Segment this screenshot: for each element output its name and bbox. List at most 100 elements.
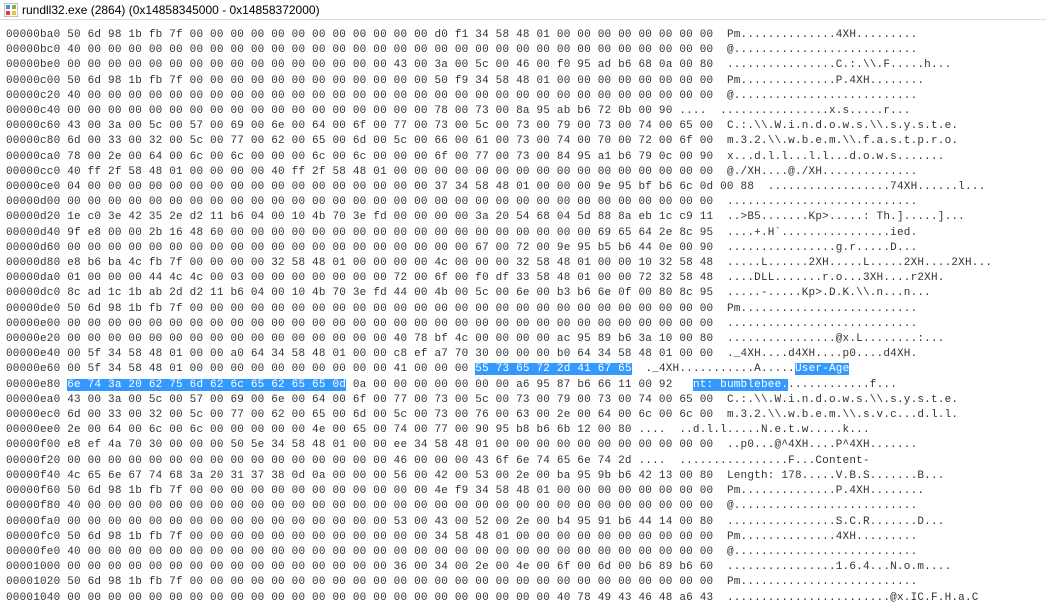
- hex-bytes: 40 00 00 00 00 00 00 00 00 00 00 00 00 0…: [67, 500, 713, 512]
- hex-bytes: 50 6d 98 1b fb 7f 00 00 00 00 00 00 00 0…: [67, 75, 713, 87]
- hex-row[interactable]: 00000ee0 2e 00 64 00 6c 00 6c 00 00 00 0…: [6, 423, 1040, 438]
- hex-dump-view[interactable]: 00000ba0 50 6d 98 1b fb 7f 00 00 00 00 0…: [0, 20, 1046, 610]
- ascii: Pm..............4XH.........: [727, 29, 917, 41]
- ascii: @...........................: [727, 90, 917, 102]
- hex-bytes: 43 00 3a 00 5c 00 57 00 69 00 6e 00 64 0…: [67, 394, 713, 406]
- hex-bytes: 40 ff 2f 58 48 01 00 00 00 00 40 ff 2f 5…: [67, 166, 713, 178]
- ascii: .....L......2XH.....L.....2XH....2XH...: [727, 257, 992, 269]
- hex-bytes: 50 6d 98 1b fb 7f 00 00 00 00 00 00 00 0…: [67, 29, 713, 41]
- hex-bytes: 50 6d 98 1b fb 7f 00 00 00 00 00 00 00 0…: [67, 576, 713, 588]
- hex-bytes: 2e 00 64 00 6c 00 6c 00 00 00 00 00 4e 0…: [67, 424, 666, 436]
- hex-row[interactable]: 00000fc0 50 6d 98 1b fb 7f 00 00 00 00 0…: [6, 530, 1040, 545]
- hex-bytes: 9f e8 00 00 2b 16 48 60 00 00 00 00 00 0…: [67, 227, 713, 239]
- ascii: .....-.....Kp>.D.K.\\.n...n...: [727, 287, 931, 299]
- hex-row[interactable]: 00000d00 00 00 00 00 00 00 00 00 00 00 0…: [6, 195, 1040, 210]
- hex-row[interactable]: 00000fe0 40 00 00 00 00 00 00 00 00 00 0…: [6, 545, 1040, 560]
- ascii-highlight: nt: bumblebee.: [693, 379, 788, 391]
- ascii: ............f...: [788, 379, 897, 391]
- hex-row[interactable]: 00000be0 00 00 00 00 00 00 00 00 00 00 0…: [6, 58, 1040, 73]
- hex-bytes: 00 00 00 00 00 00 00 00 00 00 00 00 00 0…: [67, 455, 666, 467]
- title-bar: rundll32.exe (2864) (0x14858345000 - 0x1…: [0, 0, 1046, 20]
- ascii: ............................: [727, 318, 917, 330]
- hex-bytes: 00 00 00 00 00 00 00 00 00 00 00 00 00 0…: [67, 333, 713, 345]
- hex-row[interactable]: 00000bc0 40 00 00 00 00 00 00 00 00 00 0…: [6, 43, 1040, 58]
- ascii: ................@x.L........:...: [727, 333, 945, 345]
- hex-row[interactable]: 00000ba0 50 6d 98 1b fb 7f 00 00 00 00 0…: [6, 28, 1040, 43]
- hex-row[interactable]: 00001000 00 00 00 00 00 00 00 00 00 00 0…: [6, 560, 1040, 575]
- hex-row[interactable]: 00000c00 50 6d 98 1b fb 7f 00 00 00 00 0…: [6, 74, 1040, 89]
- hex-bytes-highlight: 55 73 65 72 2d 41 67 65: [475, 363, 631, 375]
- hex-row[interactable]: 00000e20 00 00 00 00 00 00 00 00 00 00 0…: [6, 332, 1040, 347]
- offset: 00000ea0: [6, 394, 67, 406]
- hex-bytes: 00 5f 34 58 48 01 00 00 00 00 00 00 00 0…: [67, 363, 475, 375]
- offset: 00000da0: [6, 272, 67, 284]
- hex-row[interactable]: 00000ea0 43 00 3a 00 5c 00 57 00 69 00 6…: [6, 393, 1040, 408]
- hex-row[interactable]: 00000c40 00 00 00 00 00 00 00 00 00 00 0…: [6, 104, 1040, 119]
- hex-row[interactable]: 00000d20 1e c0 3e 42 35 2e d2 11 b6 04 0…: [6, 210, 1040, 225]
- hex-row[interactable]: 00000de0 50 6d 98 1b fb 7f 00 00 00 00 0…: [6, 302, 1040, 317]
- offset: 00000c80: [6, 135, 67, 147]
- ascii: Length: 178.....V.B.S.......B...: [727, 470, 945, 482]
- offset: 00000cc0: [6, 166, 67, 178]
- hex-row[interactable]: 00000f20 00 00 00 00 00 00 00 00 00 00 0…: [6, 454, 1040, 469]
- hex-row[interactable]: 00000da0 01 00 00 00 44 4c 4c 00 03 00 0…: [6, 271, 1040, 286]
- offset: 00000fe0: [6, 546, 67, 558]
- hex-bytes: 00 00 00 00 00 00 00 00 00 00 00 00 00 0…: [67, 516, 713, 528]
- offset: 00000c00: [6, 75, 67, 87]
- hex-bytes: 4c 65 6e 67 74 68 3a 20 31 37 38 0d 0a 0…: [67, 470, 713, 482]
- ascii: Pm..........................: [727, 576, 917, 588]
- offset: 00000f40: [6, 470, 67, 482]
- hex-row[interactable]: 00000e80 6e 74 3a 20 62 75 6d 62 6c 65 6…: [6, 378, 1040, 393]
- hex-bytes: 50 6d 98 1b fb 7f 00 00 00 00 00 00 00 0…: [67, 531, 713, 543]
- hex-row[interactable]: 00001040 00 00 00 00 00 00 00 00 00 00 0…: [6, 591, 1040, 606]
- hex-bytes: 8c ad 1c 1b ab 2d d2 11 b6 04 00 10 4b 7…: [67, 287, 713, 299]
- hex-bytes: 00 5f 34 58 48 01 00 00 a0 64 34 58 48 0…: [67, 348, 713, 360]
- ascii: @./XH....@./XH..............: [727, 166, 917, 178]
- hex-bytes: 00 00 00 00 00 00 00 00 00 00 00 00 00 0…: [67, 318, 713, 330]
- ascii: ................F...Content-: [679, 455, 869, 467]
- hex-row[interactable]: 00000e40 00 5f 34 58 48 01 00 00 a0 64 3…: [6, 347, 1040, 362]
- offset: 00000e40: [6, 348, 67, 360]
- offset: 00000e80: [6, 379, 67, 391]
- ascii: @...........................: [727, 44, 917, 56]
- offset: 00000c40: [6, 105, 67, 117]
- ascii: ................x.s.....r...: [720, 105, 910, 117]
- ascii: m.3.2.\\.w.b.e.m.\\.f.a.s.t.p.r.o.: [727, 135, 958, 147]
- hex-row[interactable]: 00000c80 6d 00 33 00 32 00 5c 00 77 00 6…: [6, 134, 1040, 149]
- offset: 00000e20: [6, 333, 67, 345]
- hex-row[interactable]: 00000f80 40 00 00 00 00 00 00 00 00 00 0…: [6, 499, 1040, 514]
- hex-row[interactable]: 00000d60 00 00 00 00 00 00 00 00 00 00 0…: [6, 241, 1040, 256]
- hex-row[interactable]: 00000ec0 6d 00 33 00 32 00 5c 00 77 00 6…: [6, 408, 1040, 423]
- offset: 00000f80: [6, 500, 67, 512]
- hex-bytes: 01 00 00 00 44 4c 4c 00 03 00 00 00 00 0…: [67, 272, 713, 284]
- ascii: @...........................: [727, 500, 917, 512]
- hex-row[interactable]: 00000e60 00 5f 34 58 48 01 00 00 00 00 0…: [6, 362, 1040, 377]
- hex-row[interactable]: 00000d40 9f e8 00 00 2b 16 48 60 00 00 0…: [6, 226, 1040, 241]
- hex-row[interactable]: 00000fa0 00 00 00 00 00 00 00 00 00 00 0…: [6, 515, 1040, 530]
- hex-bytes: 40 00 00 00 00 00 00 00 00 00 00 00 00 0…: [67, 44, 713, 56]
- hex-row[interactable]: 00000e00 00 00 00 00 00 00 00 00 00 00 0…: [6, 317, 1040, 332]
- hex-row[interactable]: 00000ca0 78 00 2e 00 64 00 6c 00 6c 00 0…: [6, 150, 1040, 165]
- hex-row[interactable]: 00000ce0 04 00 00 00 00 00 00 00 00 00 0…: [6, 180, 1040, 195]
- offset: 00000fc0: [6, 531, 67, 543]
- hex-bytes: 43 00 3a 00 5c 00 57 00 69 00 6e 00 64 0…: [67, 120, 713, 132]
- ascii-highlight: User-Age: [795, 363, 849, 375]
- offset: 00000e60: [6, 363, 67, 375]
- ascii: m.3.2.\\.w.b.e.m.\\.s.v.c...d.l.l.: [727, 409, 958, 421]
- ascii: ................S.C.R.......D...: [727, 516, 945, 528]
- ascii: ..>B5.......Kp>.....: Th.].....]...: [727, 211, 965, 223]
- hex-row[interactable]: 00000cc0 40 ff 2f 58 48 01 00 00 00 00 4…: [6, 165, 1040, 180]
- ascii: ._4XH...........A.....: [645, 363, 795, 375]
- hex-bytes: 00 00 00 00 00 00 00 00 00 00 00 00 00 0…: [67, 561, 713, 573]
- hex-row[interactable]: 00000d80 e8 b6 ba 4c fb 7f 00 00 00 00 3…: [6, 256, 1040, 271]
- hex-row[interactable]: 00000c20 40 00 00 00 00 00 00 00 00 00 0…: [6, 89, 1040, 104]
- offset: 00000dc0: [6, 287, 67, 299]
- hex-row[interactable]: 00000f00 e8 ef 4a 70 30 00 00 00 50 5e 3…: [6, 438, 1040, 453]
- hex-row[interactable]: 00000f40 4c 65 6e 67 74 68 3a 20 31 37 3…: [6, 469, 1040, 484]
- hex-row[interactable]: 00000dc0 8c ad 1c 1b ab 2d d2 11 b6 04 0…: [6, 286, 1040, 301]
- ascii: @...........................: [727, 546, 917, 558]
- hex-row[interactable]: 00001020 50 6d 98 1b fb 7f 00 00 00 00 0…: [6, 575, 1040, 590]
- ascii: Pm..............P.4XH........: [727, 485, 924, 497]
- hex-row[interactable]: 00000c60 43 00 3a 00 5c 00 57 00 69 00 6…: [6, 119, 1040, 134]
- hex-row[interactable]: 00000f60 50 6d 98 1b fb 7f 00 00 00 00 0…: [6, 484, 1040, 499]
